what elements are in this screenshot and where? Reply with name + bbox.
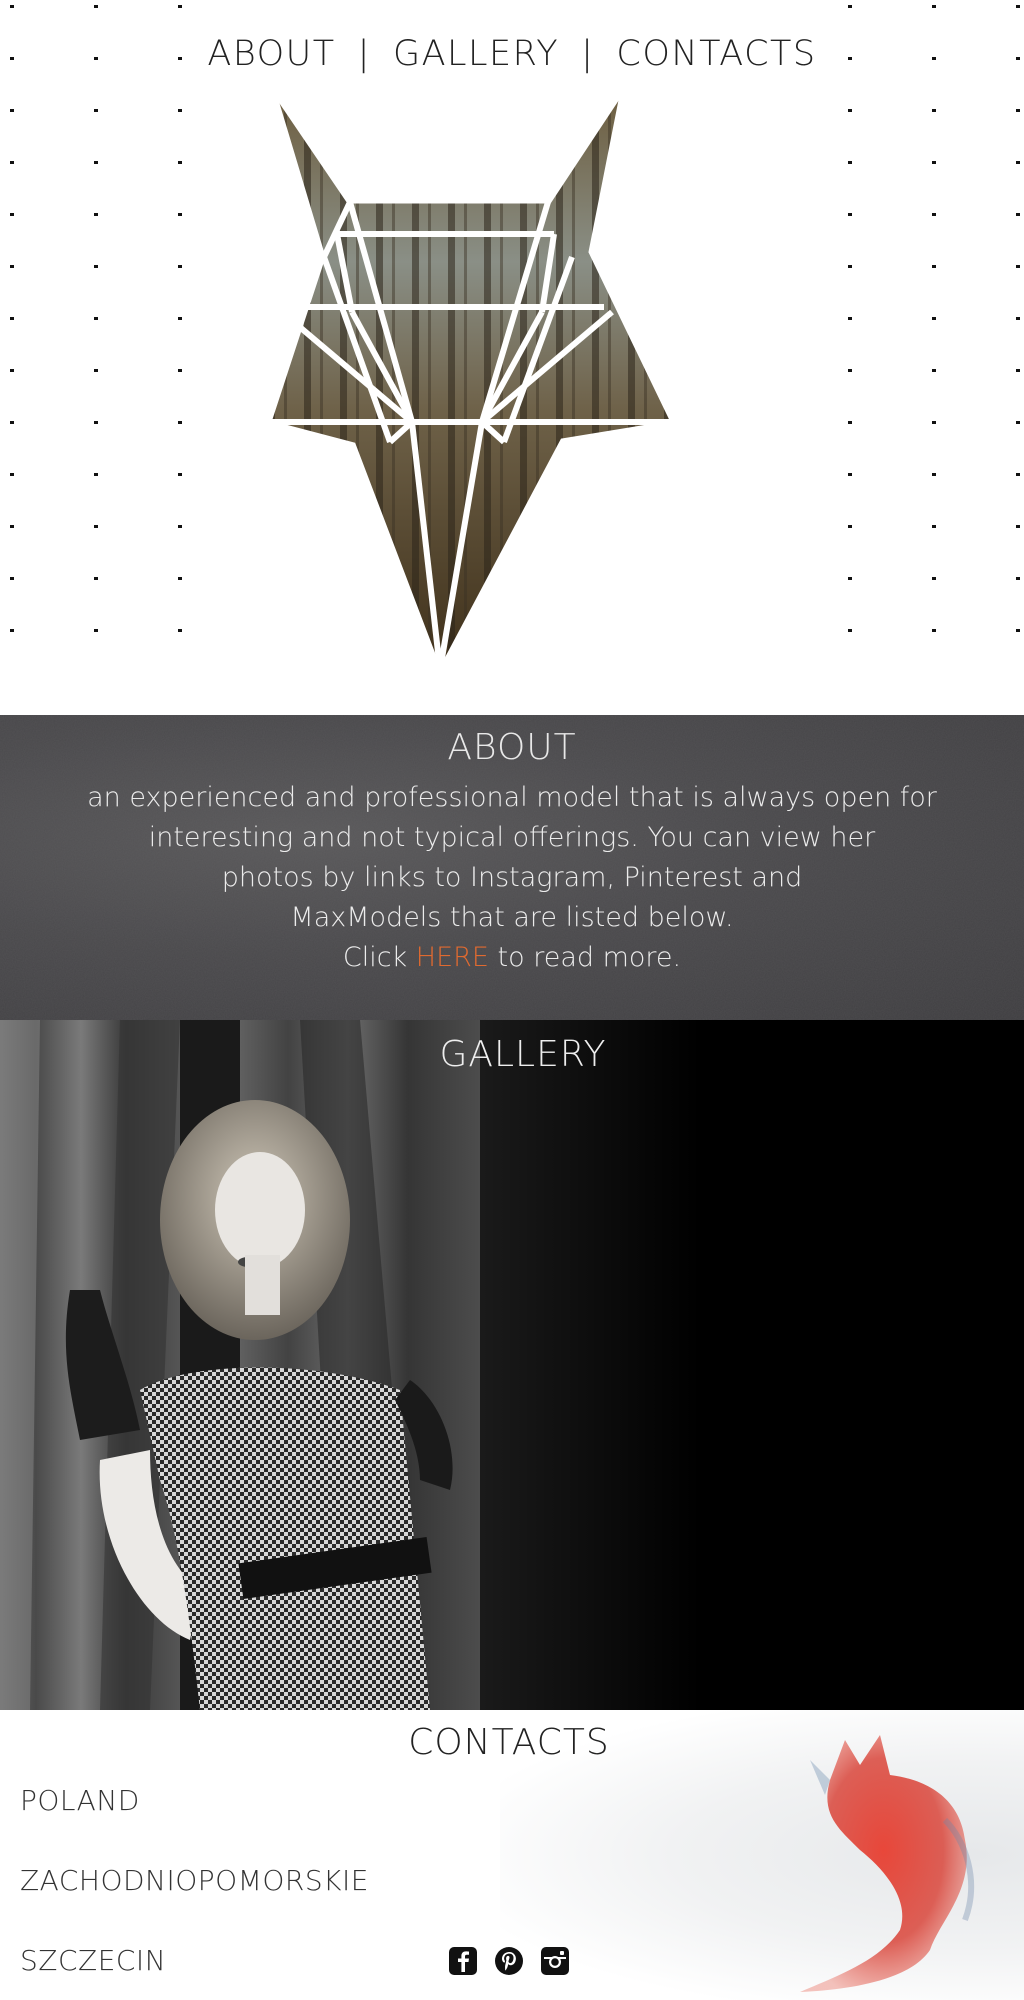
contacts-section: CONTACTS POLAND ZACHODNIOPOMORSKIE SZCZE… [0,1710,1024,2000]
nav-separator: | [357,34,371,74]
about-section: ABOUT an experienced and professional mo… [0,715,1024,1020]
instagram-icon[interactable] [540,1946,570,1976]
about-line: an experienced and professional model th… [87,782,937,813]
nav-contacts-link[interactable]: CONTACTS [616,34,816,74]
geometric-fox-logo [268,89,675,674]
about-line: interesting and not typical offerings. Y… [148,822,876,853]
cta-suffix: to read more. [488,942,682,973]
gallery-heading: GALLERY [439,1034,607,1075]
contact-region: ZACHODNIOPOMORSKIE [20,1864,369,1897]
dot-pattern-left [0,0,210,640]
contacts-heading: CONTACTS [408,1722,610,1763]
about-heading: ABOUT [447,727,577,768]
top-navigation: ABOUT | GALLERY | CONTACTS [0,34,1024,74]
facebook-icon[interactable] [448,1946,478,1976]
about-cta: Click HERE to read more. [0,938,1024,978]
about-line: MaxModels that are listed below. [290,902,734,933]
pinterest-icon[interactable] [494,1946,524,1976]
cta-prefix: Click [342,942,416,973]
contact-city: SZCZECIN [20,1944,167,1977]
contact-country: POLAND [20,1784,140,1817]
gallery-photo[interactable] [0,1020,700,1710]
read-more-link[interactable]: HERE [416,942,489,973]
dot-pattern-right [814,0,1024,640]
about-line: photos by links to Instagram, Pinterest … [221,862,803,893]
nav-separator: | [581,34,595,74]
about-text: an experienced and professional model th… [0,778,1024,978]
nav-about-link[interactable]: ABOUT [207,34,335,74]
nav-gallery-link[interactable]: GALLERY [393,34,559,74]
gallery-section: GALLERY [0,1020,1024,1710]
hero-section: ABOUT | GALLERY | CONTACTS [0,0,1024,715]
